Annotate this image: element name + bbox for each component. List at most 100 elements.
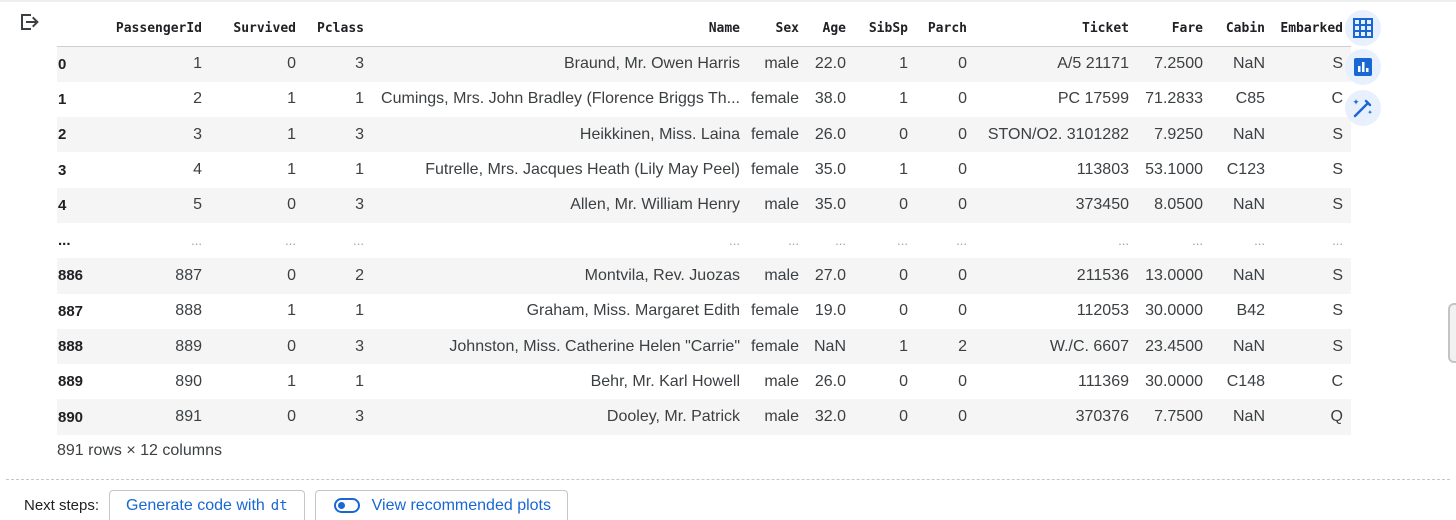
table-cell: C xyxy=(1331,90,1343,108)
table-cell: 1 xyxy=(355,372,364,390)
table-cell: 0 xyxy=(287,337,296,355)
table-cell: 3 xyxy=(355,55,364,73)
view-recommended-plots-label: View recommended plots xyxy=(371,496,551,514)
table-cell: 8.0500 xyxy=(1154,196,1203,214)
table-cell: C148 xyxy=(1226,372,1265,390)
table-row: 0 1 0 3 Braund, Mr. Owen Harris male 22.0 1 0 A/5… xyxy=(57,46,1351,82)
resize-handle[interactable] xyxy=(1448,303,1456,363)
table-cell: NaN xyxy=(813,337,846,355)
row-index: 886 xyxy=(58,267,84,285)
table-row: 887 888 1 1 Graham, Miss. Margaret Edith fema… xyxy=(57,294,1351,329)
table-cell: 3 xyxy=(193,125,202,143)
table-cell: Montvila, Rev. Juozas xyxy=(584,266,740,284)
output-exit-icon[interactable] xyxy=(17,10,41,34)
table-cell: male xyxy=(764,408,799,426)
row-index: 0 xyxy=(58,55,67,73)
table-cell: 112053 xyxy=(1076,302,1129,320)
convert-to-interactive-table-button[interactable] xyxy=(1345,10,1381,46)
table-icon xyxy=(1353,18,1373,38)
table-cell: 5 xyxy=(193,196,202,214)
generate-code-label: Generate code with xyxy=(126,496,265,514)
table-cell: 38.0 xyxy=(814,90,846,108)
column-header: PassengerId xyxy=(98,10,210,47)
table-cell: NaN xyxy=(1232,408,1265,426)
table-cell: male xyxy=(764,55,799,73)
table-cell: ... xyxy=(956,233,967,249)
table-cell: 2 xyxy=(193,90,202,108)
table-cell: ... xyxy=(285,233,296,249)
table-row: 1 2 1 1 Cumings, Mrs. John Bradley (Florence… xyxy=(57,82,1351,117)
table-cell: ... xyxy=(1192,233,1203,249)
table-row: 2 3 1 3 Heikkinen, Miss. Laina female 26.0 0 0 ST… xyxy=(57,117,1351,153)
table-cell: 35.0 xyxy=(814,161,846,179)
row-index: 889 xyxy=(58,373,84,391)
table-cell: male xyxy=(764,372,799,390)
table-row: 4 5 0 3 Allen, Mr. William Henry male 35.0 0 0 37… xyxy=(57,187,1351,223)
table-cell: 23.4500 xyxy=(1145,337,1203,355)
table-cell: 3 xyxy=(355,337,364,355)
table-cell: Allen, Mr. William Henry xyxy=(570,196,740,214)
table-cell: 211536 xyxy=(1076,266,1129,284)
table-cell: PC 17599 xyxy=(1057,90,1129,108)
cell-divider xyxy=(6,479,1450,480)
table-cell: male xyxy=(764,266,799,284)
table-cell: 7.7500 xyxy=(1154,408,1203,426)
table-cell: 26.0 xyxy=(814,125,846,143)
table-cell: C123 xyxy=(1226,161,1265,179)
table-cell: 0 xyxy=(958,125,967,143)
table-cell: C85 xyxy=(1235,90,1265,108)
table-cell: 0 xyxy=(899,266,908,284)
table-cell: 35.0 xyxy=(814,196,846,214)
table-cell: 0 xyxy=(899,408,908,426)
table-cell: 1 xyxy=(287,302,296,320)
table-cell: ... xyxy=(835,233,846,249)
dataframe-table: PassengerId Survived Pclass Name Sex Age… xyxy=(57,10,1351,435)
suggest-charts-button[interactable] xyxy=(1345,49,1381,85)
row-index: ... xyxy=(58,232,71,250)
table-cell: 0 xyxy=(958,196,967,214)
table-cell: NaN xyxy=(1232,196,1265,214)
table-cell: 370376 xyxy=(1075,408,1129,426)
table-cell: B42 xyxy=(1236,302,1265,320)
table-cell: 0 xyxy=(958,266,967,284)
table-cell: A/5 21171 xyxy=(1057,55,1129,73)
row-index: 887 xyxy=(58,302,84,320)
row-index: 888 xyxy=(58,338,84,356)
table-cell: 0 xyxy=(287,196,296,214)
table-cell: 1 xyxy=(899,90,908,108)
column-header: SibSp xyxy=(854,10,916,47)
generate-code-variable: dt xyxy=(270,497,288,514)
table-cell: Q xyxy=(1330,408,1343,426)
table-cell: female xyxy=(750,302,799,320)
table-cell: 0 xyxy=(899,372,908,390)
generate-code-magic-button[interactable] xyxy=(1345,90,1381,126)
table-cell: 0 xyxy=(958,372,967,390)
table-cell: ... xyxy=(191,233,202,249)
table-cell: 0 xyxy=(899,302,908,320)
table-cell: S xyxy=(1332,337,1343,355)
row-index: 4 xyxy=(58,196,67,214)
table-cell: 22.0 xyxy=(814,55,846,73)
table-cell: S xyxy=(1332,302,1343,320)
column-header: Pclass xyxy=(304,10,372,47)
row-index: 1 xyxy=(58,90,67,108)
column-header: Parch xyxy=(916,10,975,47)
table-cell: 30.0000 xyxy=(1145,372,1203,390)
column-header xyxy=(57,10,98,47)
column-header: Name xyxy=(372,10,748,47)
table-cell: 7.2500 xyxy=(1154,55,1203,73)
table-cell: 887 xyxy=(175,266,202,284)
column-header: Fare xyxy=(1137,10,1211,47)
table-cell: 3 xyxy=(355,196,364,214)
column-header: Age xyxy=(807,10,854,47)
table-cell: 890 xyxy=(175,372,202,390)
table-cell: S xyxy=(1332,196,1343,214)
table-cell: Dooley, Mr. Patrick xyxy=(606,408,740,426)
table-cell: female xyxy=(750,337,799,355)
table-cell: 1 xyxy=(899,337,908,355)
table-cell: 32.0 xyxy=(814,408,846,426)
next-steps-label: Next steps: xyxy=(24,496,100,514)
row-index: 2 xyxy=(58,126,67,144)
table-cell: Braund, Mr. Owen Harris xyxy=(563,55,740,73)
table-cell: 1 xyxy=(355,302,364,320)
